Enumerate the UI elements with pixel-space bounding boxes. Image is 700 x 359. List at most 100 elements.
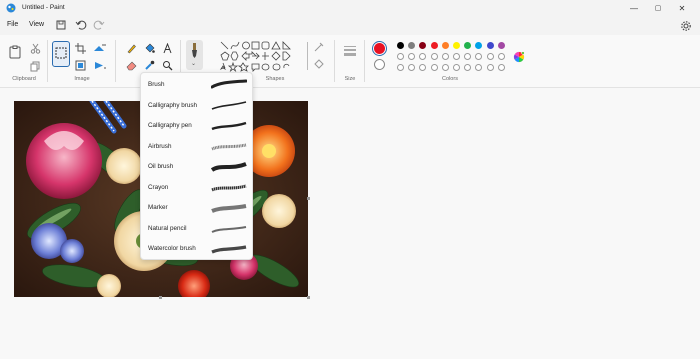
group-label-image: Image [74, 76, 90, 82]
resize-handle-corner[interactable] [307, 296, 310, 299]
size-icon[interactable] [343, 45, 357, 57]
maximize-button[interactable]: ▢ [646, 0, 670, 16]
flip-icon[interactable] [93, 60, 107, 71]
brush-option[interactable]: Calligraphy pen [141, 116, 252, 137]
redo-icon[interactable] [93, 19, 105, 31]
brush-option-label: Crayon [148, 183, 169, 191]
custom-color-slot[interactable] [486, 64, 494, 71]
palette-color-swatch[interactable] [430, 42, 438, 49]
brushes-button[interactable]: ⌄ [186, 40, 203, 70]
custom-color-slot[interactable] [475, 64, 483, 71]
palette-color-swatch[interactable] [397, 42, 404, 49]
primary-color-swatch [374, 43, 385, 54]
color-picker-icon[interactable] [144, 60, 155, 71]
brush-option[interactable]: Watercolor brush [141, 239, 252, 260]
group-label-size: Size [344, 76, 356, 82]
palette-color-swatch[interactable] [408, 53, 416, 60]
select-button[interactable] [52, 41, 70, 67]
brush-option-label: Marker [148, 204, 168, 211]
paste-icon[interactable] [9, 45, 21, 59]
palette-color-swatch[interactable] [475, 53, 483, 60]
palette-color-swatch[interactable] [486, 53, 494, 60]
brush-stroke-preview-icon [211, 79, 247, 89]
chevron-down-icon: ⌄ [191, 61, 197, 67]
custom-color-slot[interactable] [419, 64, 427, 71]
ribbon-divider [115, 40, 116, 82]
palette-color-swatch[interactable] [397, 53, 404, 60]
settings-icon[interactable] [680, 20, 692, 32]
brush-stroke-preview-icon [211, 162, 247, 172]
palette-color-swatch[interactable] [441, 42, 449, 49]
shapes-icon[interactable] [218, 39, 308, 73]
brush-option[interactable]: Calligraphy brush [141, 96, 252, 117]
close-button[interactable]: ✕ [670, 0, 694, 16]
ribbon-toolbar: Clipboard Image ⌄ Shapes Size Colors [0, 35, 700, 88]
pencil-icon[interactable] [126, 43, 137, 54]
outline-icon[interactable] [313, 42, 324, 53]
fill-style-icon[interactable] [313, 59, 324, 70]
palette-color-swatch[interactable] [453, 42, 460, 49]
menu-bar: File View [0, 16, 700, 35]
palette-color-swatch[interactable] [464, 42, 472, 49]
brush-option[interactable]: Natural pencil [141, 219, 252, 240]
palette-color-swatch[interactable] [497, 53, 505, 60]
custom-color-slot[interactable] [397, 64, 404, 71]
maximize-icon: ▢ [654, 5, 662, 12]
custom-color-slot[interactable] [497, 64, 505, 71]
undo-icon[interactable] [75, 19, 87, 31]
color1-button[interactable] [372, 41, 387, 56]
save-icon[interactable] [55, 19, 67, 31]
rotate-icon[interactable] [93, 43, 107, 54]
cut-icon[interactable] [30, 43, 41, 54]
shapes-gallery [218, 39, 308, 73]
custom-color-slot[interactable] [453, 64, 460, 71]
brush-stroke-preview-icon [211, 225, 247, 233]
palette-color-swatch[interactable] [453, 53, 460, 60]
minimize-button[interactable]: — [622, 0, 646, 16]
resize-handle-right[interactable] [307, 197, 310, 200]
menu-view[interactable]: View [29, 21, 44, 28]
palette-color-swatch[interactable] [419, 42, 427, 49]
palette-color-swatch[interactable] [464, 53, 472, 60]
menu-file[interactable]: File [7, 21, 18, 28]
custom-color-slot[interactable] [408, 64, 416, 71]
group-label-shapes: Shapes [265, 76, 285, 82]
eraser-icon[interactable] [126, 60, 137, 71]
resize-handle-bottom[interactable] [159, 296, 162, 299]
brush-stroke-preview-icon [211, 184, 247, 191]
group-label-colors: Colors [442, 76, 458, 82]
custom-color-slot[interactable] [430, 64, 438, 71]
shapes-scrollbar[interactable] [307, 42, 308, 70]
brush-option[interactable]: Airbrush [141, 137, 252, 158]
resize-icon[interactable] [75, 60, 86, 71]
palette-color-swatch[interactable] [475, 42, 483, 49]
crop-icon[interactable] [75, 43, 86, 54]
window-title: Untitled - Paint [22, 4, 65, 11]
brush-option[interactable]: Oil brush [141, 157, 252, 178]
palette-color-swatch[interactable] [430, 53, 438, 60]
palette-color-swatch[interactable] [441, 53, 449, 60]
ribbon-divider [364, 40, 365, 82]
magnifier-icon[interactable] [162, 60, 173, 71]
canvas-area[interactable] [0, 88, 700, 359]
close-icon: ✕ [678, 3, 686, 13]
palette-color-swatch[interactable] [408, 42, 416, 49]
color2-button[interactable] [374, 59, 385, 70]
group-label-clipboard: Clipboard [12, 76, 36, 82]
copy-icon[interactable] [30, 61, 41, 72]
edit-colors-icon[interactable] [513, 51, 525, 63]
custom-color-slot[interactable] [441, 64, 449, 71]
brush-option[interactable]: Marker [141, 198, 252, 219]
palette-color-swatch[interactable] [497, 42, 505, 49]
brush-option-label: Natural pencil [148, 224, 187, 232]
brush-stroke-preview-icon [211, 143, 247, 150]
text-icon[interactable] [162, 43, 173, 54]
brush-option-label: Brush [148, 81, 165, 88]
custom-color-slot[interactable] [464, 64, 472, 71]
palette-color-swatch[interactable] [419, 53, 427, 60]
brush-option[interactable]: Brush [141, 75, 252, 96]
brush-option[interactable]: Crayon [141, 178, 252, 199]
palette-color-swatch[interactable] [486, 42, 494, 49]
fill-icon[interactable] [144, 43, 155, 54]
brush-stroke-preview-icon [211, 100, 247, 110]
